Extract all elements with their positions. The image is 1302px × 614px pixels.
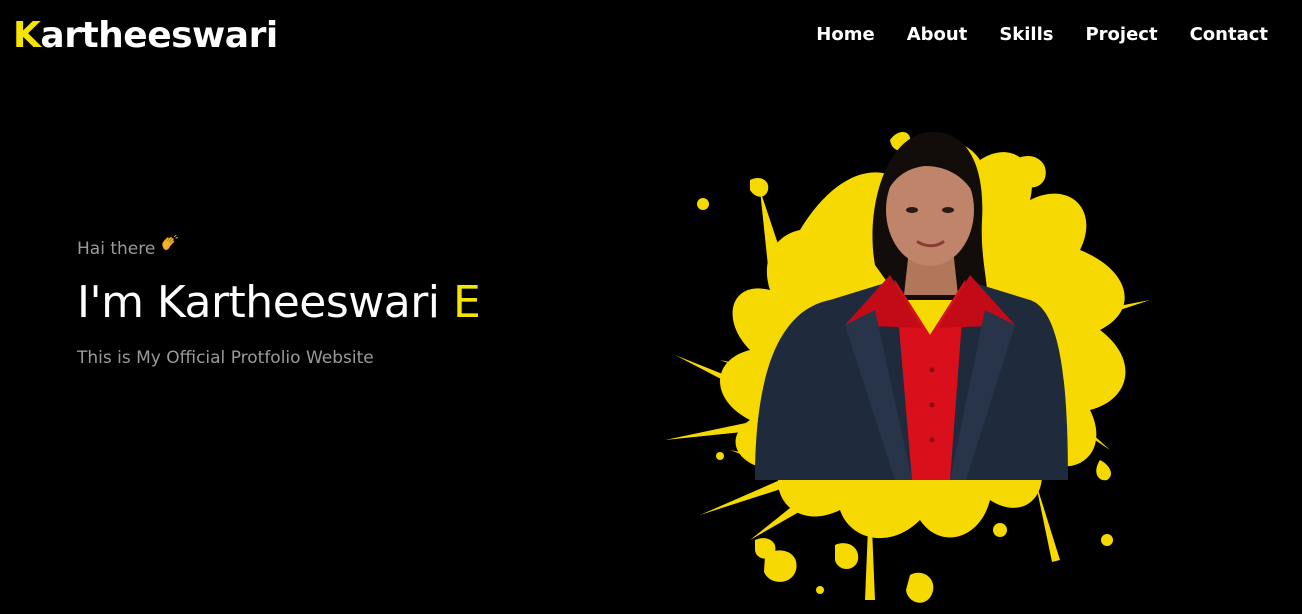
hero-subtitle: This is My Official Protfolio Website [77,348,374,368]
headline-initial: E [453,277,481,328]
nav-contact-link[interactable]: Contact [1190,22,1268,48]
greeting-line: Hai there [77,234,480,263]
nav-project-link[interactable]: Project [1085,22,1157,48]
hero-intro: Hai there I'm Kartheeswari E This is My … [77,234,481,371]
nav-skills-link[interactable]: Skills [999,22,1053,48]
nav-home-link[interactable]: Home [816,22,874,48]
profile-portrait [660,120,1160,614]
brand-initial: K [13,15,41,56]
main-nav: Home About Skills Project Contact [784,22,1268,48]
headline-name: I'm Kartheeswari [77,277,454,328]
hero-headline: I'm Kartheeswari E [77,273,481,333]
brand-name: artheeswari [40,15,278,56]
nav-about-link[interactable]: About [907,22,968,48]
waving-hand-icon [159,234,179,263]
greeting-text: Hai there [77,238,156,259]
brand-logo[interactable]: Kartheeswari [13,18,278,54]
